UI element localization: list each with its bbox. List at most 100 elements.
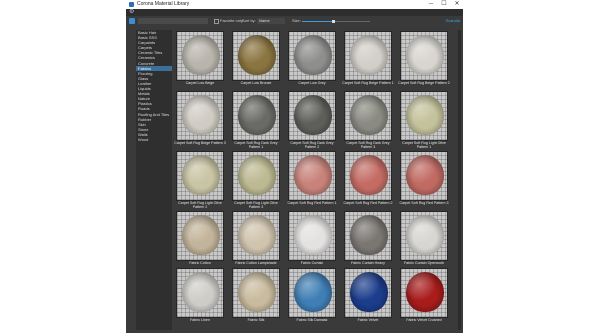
material-name: Carpet Soft Rug Red Pattern 2: [343, 201, 393, 205]
material-preview[interactable]: [344, 211, 392, 261]
material-tile[interactable]: Carpet Soft Rug Red Pattern 1: [288, 151, 336, 209]
maximize-button[interactable]: ☐: [438, 0, 450, 9]
material-preview[interactable]: [232, 211, 280, 261]
material-preview[interactable]: [288, 151, 336, 201]
material-name: Carpet Soft Rug Dark Grey Pattern 1: [234, 141, 278, 149]
material-tile[interactable]: Fabric Silk Damask: [288, 268, 336, 326]
material-name: Carpet Soft Rug Light Olive Pattern 2: [178, 201, 222, 209]
material-sphere: [182, 215, 220, 255]
material-sphere: [406, 272, 444, 312]
material-name: Carpet Soft Rug Light Olive Pattern 1: [402, 141, 446, 149]
material-sphere: [406, 155, 444, 195]
category-item[interactable]: Wood: [136, 137, 172, 142]
material-tile[interactable]: Carpet Soft Rug Light Olive Pattern 1: [400, 91, 448, 149]
material-tile[interactable]: Carpet Soft Rug Light Olive Pattern 3: [232, 151, 280, 209]
material-tile[interactable]: Carpet Low Beige: [176, 31, 224, 89]
material-sphere: [238, 155, 276, 195]
size-slider[interactable]: [302, 20, 370, 23]
material-name: Fabric Curtain: [300, 261, 324, 265]
material-sphere: [182, 95, 220, 135]
material-preview[interactable]: [344, 151, 392, 201]
material-tile[interactable]: Fabric Cotton: [176, 211, 224, 269]
title-bar: Corona Material Library ─ ☐ ✕: [126, 0, 463, 9]
material-name: Fabric Silk Damask: [296, 318, 328, 322]
sort-by-select[interactable]: Name: [257, 18, 285, 24]
material-name: Carpet Soft Rug Beige Pattern 3: [174, 141, 226, 145]
material-tile[interactable]: Fabric Velvet Crushed: [400, 268, 448, 326]
grid-scrollbar[interactable]: [458, 30, 461, 330]
material-preview[interactable]: [232, 151, 280, 201]
material-name: Carpet Soft Rug Beige Pattern 2: [398, 81, 450, 85]
size-slider-fill: [302, 21, 333, 22]
category-item[interactable]: Roofing And Tiles: [136, 112, 172, 117]
material-name: Carpet Soft Rug Beige Pattern 1: [342, 81, 394, 85]
favorite-only-checkbox[interactable]: [214, 19, 219, 24]
material-preview[interactable]: [232, 91, 280, 141]
material-preview[interactable]: [400, 31, 448, 81]
material-tile[interactable]: Carpet Soft Rug Dark Grey Pattern 2: [288, 91, 336, 149]
material-sphere: [294, 35, 332, 75]
size-slider-knob[interactable]: [331, 20, 335, 23]
material-name: Fabric Curtain Heavy: [351, 261, 385, 265]
material-sphere: [350, 215, 388, 255]
material-sphere: [294, 155, 332, 195]
material-preview[interactable]: [176, 211, 224, 261]
material-preview[interactable]: [344, 31, 392, 81]
material-preview[interactable]: [232, 268, 280, 318]
scandia-link[interactable]: Scandia: [446, 18, 460, 24]
material-preview[interactable]: [176, 31, 224, 81]
material-tile[interactable]: Carpet Soft Rug Red Pattern 2: [344, 151, 392, 209]
material-name: Carpet Low Grey: [298, 81, 326, 85]
minimize-button[interactable]: ─: [425, 0, 437, 9]
material-tile[interactable]: Fabric Cotton Lampshade: [232, 211, 280, 269]
material-name: Carpet Soft Rug Light Olive Pattern 3: [234, 201, 278, 209]
material-preview[interactable]: [400, 268, 448, 318]
material-preview[interactable]: [176, 268, 224, 318]
material-preview[interactable]: [176, 151, 224, 201]
menu-bar: ⚙: [126, 9, 463, 16]
material-preview[interactable]: [288, 211, 336, 261]
material-sphere: [350, 95, 388, 135]
material-tile[interactable]: Fabric Curtain Openwork: [400, 211, 448, 269]
material-tile[interactable]: Carpet Soft Rug Beige Pattern 2: [398, 31, 450, 89]
material-tile[interactable]: Fabric Silk: [232, 268, 280, 326]
close-button[interactable]: ✕: [451, 0, 463, 9]
material-preview[interactable]: [400, 91, 448, 141]
material-tile[interactable]: Carpet Soft Rug Beige Pattern 3: [174, 91, 226, 149]
material-tile[interactable]: Carpet Low Bronze: [232, 31, 280, 89]
material-name: Fabric Velvet Crushed: [406, 318, 442, 322]
material-grid: Carpet Low Beige Carpet Low Bronze Carpet …: [174, 30, 453, 330]
material-name: Fabric Velvet: [357, 318, 379, 322]
material-sphere: [238, 272, 276, 312]
material-preview[interactable]: [344, 268, 392, 318]
settings-gear-icon[interactable]: ⚙: [129, 9, 134, 16]
material-preview[interactable]: [400, 211, 448, 261]
material-tile[interactable]: Carpet Soft Rug Dark Grey Pattern 1: [232, 91, 280, 149]
material-tile[interactable]: Fabric Velvet: [344, 268, 392, 326]
material-tile[interactable]: Fabric Curtain: [288, 211, 336, 269]
material-tile[interactable]: Fabric Curtain Heavy: [344, 211, 392, 269]
toolbar: Favorite only Sort by: Name Size: Scandi…: [126, 16, 463, 27]
material-tile[interactable]: Carpet Soft Rug Beige Pattern 1: [342, 31, 394, 89]
material-name: Carpet Soft Rug Red Pattern 1: [287, 201, 337, 205]
search-input[interactable]: [138, 18, 208, 24]
material-tile[interactable]: Carpet Soft Rug Dark Grey Pattern 3: [344, 91, 392, 149]
material-tile[interactable]: Carpet Soft Rug Red Pattern 3: [400, 151, 448, 209]
material-name: Carpet Low Bronze: [240, 81, 272, 85]
material-name: Carpet Soft Rug Dark Grey Pattern 3: [346, 141, 390, 149]
material-tile[interactable]: Carpet Soft Rug Light Olive Pattern 2: [176, 151, 224, 209]
material-sphere: [350, 272, 388, 312]
material-sphere: [350, 35, 388, 75]
material-preview[interactable]: [288, 91, 336, 141]
material-preview[interactable]: [400, 151, 448, 201]
material-preview[interactable]: [288, 268, 336, 318]
material-tile[interactable]: Fabric Linen: [176, 268, 224, 326]
material-preview[interactable]: [288, 31, 336, 81]
sort-by-label: Sort by:: [242, 18, 256, 23]
material-tile[interactable]: Carpet Low Grey: [288, 31, 336, 89]
material-sphere: [182, 35, 220, 75]
material-preview[interactable]: [176, 91, 224, 141]
material-preview[interactable]: [344, 91, 392, 141]
material-name: Fabric Curtain Openwork: [404, 261, 444, 265]
material-preview[interactable]: [232, 31, 280, 81]
